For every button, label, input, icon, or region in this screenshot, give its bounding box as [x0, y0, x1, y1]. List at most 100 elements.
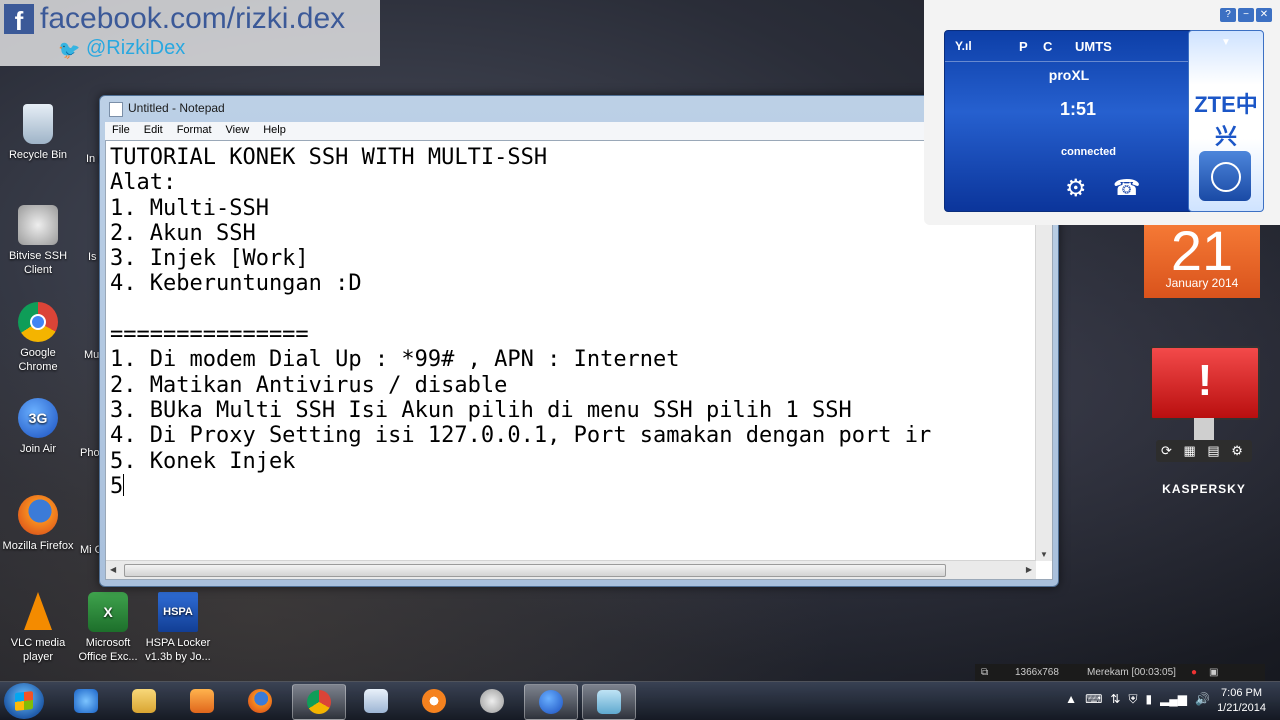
editor-text[interactable]: TUTORIAL KONEK SSH WITH MULTI-SSH Alat: 1.… [110, 145, 1034, 557]
notepad-app-icon[interactable] [109, 102, 123, 117]
taskbar-firefox[interactable] [234, 684, 286, 718]
text-editor[interactable]: TUTORIAL KONEK SSH WITH MULTI-SSH Alat: 1.… [105, 140, 1053, 580]
window-title: Untitled - Notepad [128, 101, 225, 115]
chevron-down-icon[interactable]: ▼ [1189, 37, 1263, 48]
calendar-day: 21 [1170, 219, 1234, 282]
scroll-down-icon[interactable]: ▼ [1040, 550, 1048, 559]
menu-file[interactable]: File [105, 122, 137, 140]
windows-icon [15, 691, 33, 711]
editor-line: TUTORIAL KONEK SSH WITH MULTI-SSH [110, 145, 548, 170]
antivirus-icon[interactable]: ⛨ [1128, 692, 1137, 707]
editor-line: 4. Di Proxy Setting isi 127.0.0.1, Port … [110, 423, 932, 449]
partial-icon-label: Pho [80, 447, 100, 459]
network-type: UMTS [1075, 39, 1112, 54]
clock-date: 1/21/2014 [1217, 702, 1266, 714]
scroll-right-icon[interactable]: ▶ [1026, 565, 1032, 574]
camera-icon[interactable]: ▣ [1209, 664, 1218, 682]
taskbar: ▲ ⌨ ⇅ ⛨ ▮ ▂▄▆ 🔊 7:06 PM 1/21/2014 [0, 681, 1280, 720]
lock-icon [422, 689, 446, 713]
operator-name: proXL [1048, 67, 1090, 83]
media-player-icon [190, 689, 214, 713]
zte-panel: ▼ ZTE中兴 [1188, 30, 1264, 212]
editor-line: 3. Injek [Work] [110, 246, 309, 272]
modem-window-controls: ? − ✕ [1220, 8, 1272, 22]
desktop-icon-excel[interactable]: X Microsoft Office Exc... [72, 592, 144, 664]
network-icon[interactable]: ⇅ [1110, 692, 1120, 707]
calendar-gadget[interactable]: 21 January 2014 [1144, 219, 1260, 298]
clock-time: 7:06 PM [1221, 687, 1263, 699]
notepad-window[interactable]: Untitled - Notepad ▁ ▭ ✕ File Edit Forma… [99, 95, 1059, 587]
desktop-icon-firefox[interactable]: Mozilla Firefox [2, 495, 74, 553]
taskbar-join-air[interactable] [524, 684, 578, 720]
horizontal-scrollbar[interactable]: ◀ ▶ [106, 560, 1036, 579]
desktop-icon-hspa-locker[interactable]: HSPA HSPA Locker v1.3b by Jo... [142, 592, 214, 664]
kaspersky-tools[interactable]: ⟳ ▦ ▤ ⚙ [1156, 440, 1252, 462]
document-icon [364, 689, 388, 713]
start-button[interactable] [4, 683, 44, 719]
taskbar-explorer[interactable] [118, 684, 170, 718]
hspa-locker-icon: HSPA [158, 592, 198, 632]
watermark: f facebook.com/rizki.dex 🐦 @RizkiDex [0, 0, 380, 66]
firefox-icon [18, 495, 58, 535]
menu-bar: File Edit Format View Help [105, 122, 1053, 140]
horizontal-scroll-thumb[interactable] [124, 564, 946, 577]
calendar-month: January 2014 [1165, 276, 1239, 290]
modem-close-button[interactable]: ✕ [1256, 8, 1272, 22]
taskbar-chrome[interactable] [292, 684, 346, 720]
volume-icon[interactable]: 🔊 [1195, 692, 1210, 707]
editor-line: 5. Konek Injek [110, 448, 296, 474]
dial-icon[interactable]: ☎ [1113, 175, 1140, 201]
taskbar-vpn[interactable] [408, 684, 460, 718]
firefox-icon [248, 689, 272, 713]
menu-format[interactable]: Format [170, 122, 219, 140]
taskbar-bitvise[interactable] [466, 684, 518, 718]
kaspersky-alert: ! [1150, 346, 1260, 420]
editor-line: 2. Akun SSH [110, 220, 256, 246]
bitvise-icon [480, 689, 504, 713]
desktop-icon-bitvise[interactable]: Bitvise SSH Client [2, 205, 74, 277]
kaspersky-label: KASPERSKY [1162, 482, 1246, 496]
editor-line: 4. Keberuntungan :D [110, 271, 362, 297]
facebook-icon: f [4, 4, 34, 36]
ie-icon [74, 689, 98, 713]
desktop-icon-join-air[interactable]: 3G Join Air [2, 398, 74, 456]
show-hidden-icons[interactable]: ▲ [1065, 692, 1077, 707]
desktop-icon-recycle-bin[interactable]: Recycle Bin [2, 104, 74, 162]
editor-line: 5 [110, 473, 125, 499]
warning-icon: ! [1197, 356, 1213, 405]
monitor-icon: ⧉ [981, 667, 989, 678]
zte-logo: ZTE中兴 [1194, 92, 1258, 149]
notepad-icon [597, 690, 621, 714]
taskbar-ie[interactable] [60, 684, 112, 718]
chrome-icon [18, 302, 58, 342]
power-icon[interactable]: ▮ [1145, 692, 1152, 707]
connection-status: connected [1061, 146, 1117, 158]
signal-tray-icon[interactable]: ▂▄▆ [1160, 692, 1187, 707]
join-air-icon [539, 690, 563, 714]
modem-widget: ? − ✕ Y.ıl P C UMTS proXL 1:51 connected… [924, 0, 1280, 225]
recorder-status: Merekam [00:03:05] [1087, 667, 1176, 678]
connect-button[interactable] [1199, 151, 1251, 201]
chrome-icon [307, 690, 331, 714]
modem-help-button[interactable]: ? [1220, 8, 1236, 22]
gear-icon[interactable]: ⚙ [1065, 174, 1087, 203]
taskbar-media-player[interactable] [176, 684, 228, 718]
modem-minimize-button[interactable]: − [1238, 8, 1254, 22]
menu-edit[interactable]: Edit [137, 122, 170, 140]
desktop-icon-vlc[interactable]: VLC media player [2, 592, 74, 664]
kaspersky-gadget[interactable]: ! ⟳ ▦ ▤ ⚙ KASPERSKY [1148, 346, 1260, 496]
record-icon[interactable]: ● [1191, 664, 1197, 682]
taskbar-clock[interactable]: 7:06 PM 1/21/2014 [1217, 686, 1266, 716]
taskbar-notepad[interactable] [582, 684, 636, 720]
watermark-twitter: @RizkiDex [86, 37, 186, 59]
menu-view[interactable]: View [219, 122, 257, 140]
taskbar-app[interactable] [350, 684, 402, 718]
menu-help[interactable]: Help [256, 122, 293, 140]
editor-line: 1. Di modem Dial Up : *99# , APN : Inter… [110, 347, 680, 373]
editor-line: 1. Multi-SSH [110, 195, 269, 221]
scroll-left-icon[interactable]: ◀ [110, 565, 116, 574]
keyboard-icon[interactable]: ⌨ [1085, 692, 1102, 707]
watermark-facebook: facebook.com/rizki.dex [40, 2, 346, 35]
editor-line: Alat: [110, 170, 177, 196]
desktop-icon-chrome[interactable]: Google Chrome [2, 302, 74, 374]
